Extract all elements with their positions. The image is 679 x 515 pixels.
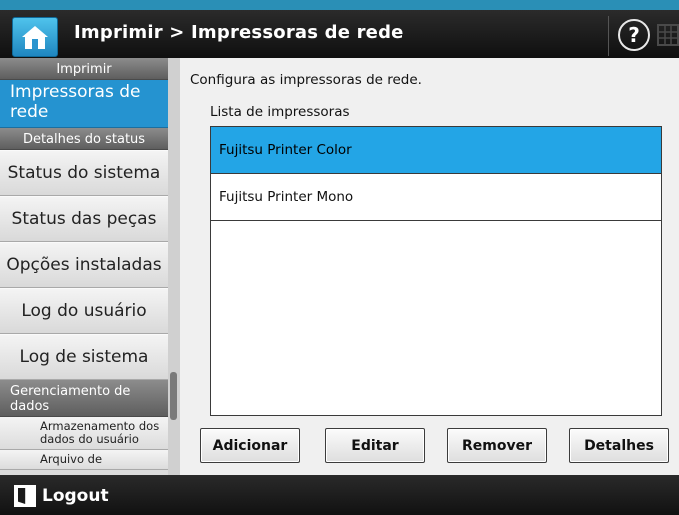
printer-row[interactable]: Fujitsu Printer Color (211, 127, 661, 174)
printer-list[interactable]: Fujitsu Printer Color Fujitsu Printer Mo… (210, 126, 662, 416)
details-button[interactable]: Detalhes (569, 428, 669, 463)
app-frame: Imprimir > Impressoras de rede ? Imprimi… (0, 0, 679, 515)
sidebar: Imprimir Impressoras de rede Detalhes do… (0, 58, 168, 475)
sidebar-item-file[interactable]: Arquivo de (0, 450, 168, 470)
sidebar-scrollbar-thumb[interactable] (170, 372, 177, 420)
footer-bar: Logout (0, 475, 679, 515)
logout-label: Logout (42, 486, 109, 506)
sidebar-item-network-printers[interactable]: Impressoras de rede (0, 80, 168, 128)
action-buttons: Adicionar Editar Remover Detalhes (200, 428, 672, 463)
page-title: Imprimir > Impressoras de rede (74, 22, 404, 43)
main-panel: Configura as impressoras de rede. Lista … (180, 58, 679, 475)
remove-button[interactable]: Remover (447, 428, 547, 463)
home-icon (22, 26, 48, 49)
sidebar-item-installed-options[interactable]: Opções instaladas (0, 242, 168, 288)
sidebar-item-user-log[interactable]: Log do usuário (0, 288, 168, 334)
grid-icon[interactable] (656, 21, 679, 49)
add-button[interactable]: Adicionar (200, 428, 300, 463)
home-button[interactable] (12, 17, 58, 57)
edit-button[interactable]: Editar (325, 428, 425, 463)
sidebar-item-user-data-storage[interactable]: Armazenamento dos dados do usuário (0, 417, 168, 450)
sidebar-section-data-management: Gerenciamento de dados (0, 380, 168, 417)
sidebar-item-parts-status[interactable]: Status das peças (0, 196, 168, 242)
title-bar: Imprimir > Impressoras de rede ? (0, 0, 679, 58)
sidebar-item-system-status[interactable]: Status do sistema (0, 150, 168, 196)
sidebar-section-status: Detalhes do status (0, 128, 168, 150)
sidebar-section-print: Imprimir (0, 58, 168, 80)
logout-button[interactable]: Logout (8, 479, 116, 513)
sidebar-item-system-log[interactable]: Log de sistema (0, 334, 168, 380)
printer-row[interactable]: Fujitsu Printer Mono (211, 174, 661, 221)
printer-list-label: Lista de impressoras (210, 104, 350, 120)
page-description: Configura as impressoras de rede. (190, 72, 422, 88)
help-button[interactable]: ? (618, 19, 650, 51)
logout-icon (14, 485, 36, 507)
header-divider (608, 16, 609, 56)
